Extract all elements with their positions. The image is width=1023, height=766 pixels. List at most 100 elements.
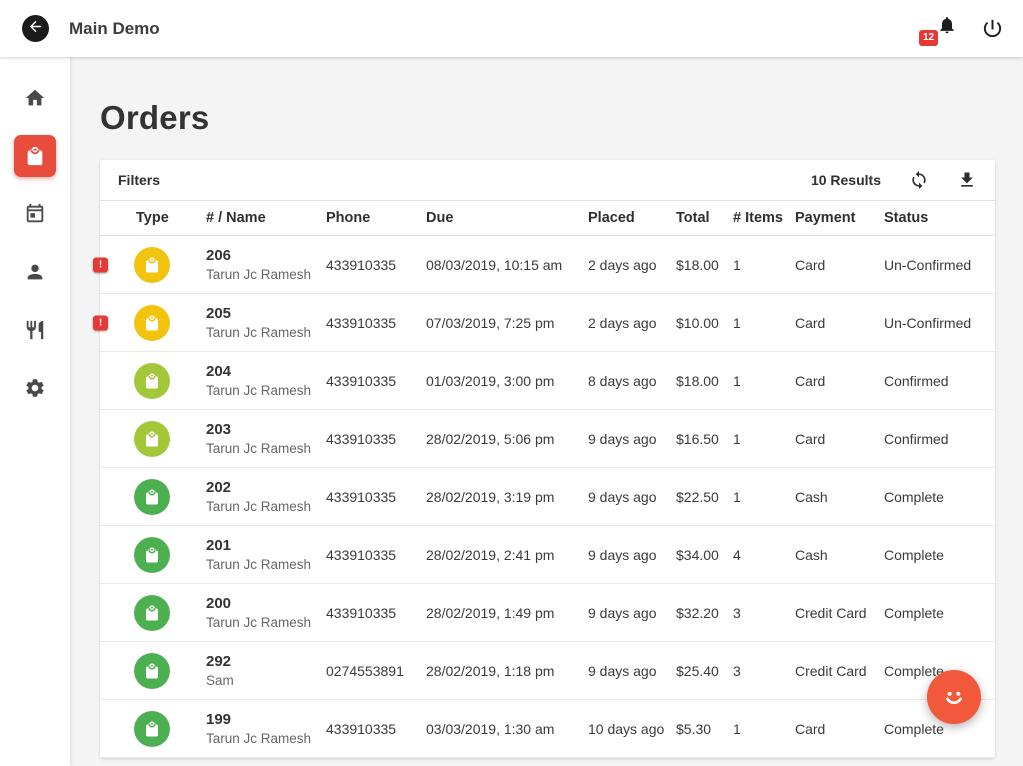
orders-card: Filters 10 Results Type # / Name (100, 160, 995, 758)
order-row[interactable]: ! 201 Tarun Jc Ramesh 433910335 28/02/20… (100, 526, 995, 584)
notifications-button[interactable]: 12 (929, 12, 957, 46)
order-number: 205 (206, 304, 310, 323)
order-customer-name: Tarun Jc Ramesh (206, 613, 310, 632)
sidebar-item-home[interactable] (14, 77, 56, 119)
order-row[interactable]: ! 202 Tarun Jc Ramesh 433910335 28/02/20… (100, 468, 995, 526)
order-row[interactable]: ! 200 Tarun Jc Ramesh 433910335 28/02/20… (100, 584, 995, 642)
order-type-icon (134, 479, 170, 515)
order-type-cell: ! (100, 642, 198, 700)
column-header-total[interactable]: Total (668, 201, 725, 236)
download-button[interactable] (957, 170, 977, 190)
column-header-due[interactable]: Due (418, 201, 580, 236)
order-row[interactable]: ! 203 Tarun Jc Ramesh 433910335 28/02/20… (100, 410, 995, 468)
orders-table-body: ! 206 Tarun Jc Ramesh 433910335 08/03/20… (100, 236, 995, 758)
order-phone: 433910335 (318, 700, 418, 758)
column-header-type[interactable]: Type (100, 201, 198, 236)
column-header-payment[interactable]: Payment (787, 201, 876, 236)
order-row[interactable]: ! 205 Tarun Jc Ramesh 433910335 07/03/20… (100, 294, 995, 352)
filters-button[interactable]: Filters (118, 172, 160, 188)
order-payment: Credit Card (787, 584, 876, 642)
column-header-phone[interactable]: Phone (318, 201, 418, 236)
order-type-icon (134, 305, 170, 341)
sidebar-item-calendar[interactable] (14, 193, 56, 235)
order-phone: 433910335 (318, 584, 418, 642)
shopping-bag-icon (143, 604, 161, 622)
order-phone: 0274553891 (318, 642, 418, 700)
order-customer-name: Tarun Jc Ramesh (206, 265, 310, 284)
order-number: 292 (206, 652, 310, 671)
order-customer-name: Tarun Jc Ramesh (206, 729, 310, 748)
logout-button[interactable] (981, 17, 1005, 41)
order-total: $18.00 (668, 352, 725, 410)
order-name-cell: 200 Tarun Jc Ramesh (198, 584, 318, 642)
order-type-icon (134, 595, 170, 631)
order-payment: Card (787, 294, 876, 352)
order-customer-name: Tarun Jc Ramesh (206, 497, 310, 516)
orders-card-toolbar: 10 Results (811, 170, 977, 190)
order-number: 201 (206, 536, 310, 555)
order-type-icon (134, 247, 170, 283)
shopping-bag-icon (143, 662, 161, 680)
order-payment: Cash (787, 468, 876, 526)
order-phone: 433910335 (318, 236, 418, 294)
order-total: $34.00 (668, 526, 725, 584)
sidebar-item-settings[interactable] (14, 367, 56, 409)
sidebar-item-menu[interactable] (14, 309, 56, 351)
order-total: $18.00 (668, 236, 725, 294)
shopping-bag-icon (143, 720, 161, 738)
order-status: Complete (876, 468, 995, 526)
order-row[interactable]: ! 199 Tarun Jc Ramesh 433910335 03/03/20… (100, 700, 995, 758)
column-header-name[interactable]: # / Name (198, 201, 318, 236)
order-items-count: 3 (725, 584, 787, 642)
top-bar: Main Demo 12 (0, 0, 1023, 57)
column-header-status[interactable]: Status (876, 201, 995, 236)
order-name-cell: 204 Tarun Jc Ramesh (198, 352, 318, 410)
order-customer-name: Tarun Jc Ramesh (206, 555, 310, 574)
order-name-cell: 205 Tarun Jc Ramesh (198, 294, 318, 352)
order-status: Confirmed (876, 352, 995, 410)
order-phone: 433910335 (318, 526, 418, 584)
page-title: Orders (100, 99, 995, 137)
order-items-count: 1 (725, 410, 787, 468)
back-button[interactable] (22, 15, 49, 42)
order-customer-name: Tarun Jc Ramesh (206, 323, 310, 342)
order-total: $22.50 (668, 468, 725, 526)
order-due: 28/02/2019, 1:49 pm (418, 584, 580, 642)
order-type-cell: ! (100, 352, 198, 410)
order-payment: Cash (787, 526, 876, 584)
order-items-count: 1 (725, 352, 787, 410)
order-placed: 9 days ago (580, 410, 668, 468)
sidebar-item-customers[interactable] (14, 251, 56, 293)
order-items-count: 3 (725, 642, 787, 700)
order-type-cell: ! (100, 468, 198, 526)
order-payment: Card (787, 700, 876, 758)
order-row[interactable]: ! 206 Tarun Jc Ramesh 433910335 08/03/20… (100, 236, 995, 294)
order-items-count: 1 (725, 468, 787, 526)
order-number: 200 (206, 594, 310, 613)
order-customer-name: Sam (206, 671, 310, 690)
order-type-cell: ! (100, 700, 198, 758)
order-row[interactable]: ! 204 Tarun Jc Ramesh 433910335 01/03/20… (100, 352, 995, 410)
order-number: 206 (206, 246, 310, 265)
sidebar-item-orders[interactable] (14, 135, 56, 177)
order-total: $32.20 (668, 584, 725, 642)
order-type-cell: ! (100, 526, 198, 584)
column-header-items[interactable]: # Items (725, 201, 787, 236)
main-content: Orders Filters 10 Results T (70, 57, 1023, 766)
order-payment: Credit Card (787, 642, 876, 700)
restaurant-icon (24, 319, 46, 341)
shopping-bag-icon (143, 314, 161, 332)
order-type-icon (134, 653, 170, 689)
chat-launcher-button[interactable] (927, 670, 981, 724)
refresh-button[interactable] (909, 170, 929, 190)
order-name-cell: 202 Tarun Jc Ramesh (198, 468, 318, 526)
table-header-row: Type # / Name Phone Due Placed Total # I… (100, 201, 995, 236)
order-phone: 433910335 (318, 410, 418, 468)
person-icon (24, 261, 46, 283)
shopping-bag-icon (143, 546, 161, 564)
arrow-left-icon (27, 18, 44, 40)
order-status: Confirmed (876, 410, 995, 468)
order-row[interactable]: ! 292 Sam 0274553891 28/02/2019, 1:18 pm… (100, 642, 995, 700)
column-header-placed[interactable]: Placed (580, 201, 668, 236)
order-name-cell: 199 Tarun Jc Ramesh (198, 700, 318, 758)
